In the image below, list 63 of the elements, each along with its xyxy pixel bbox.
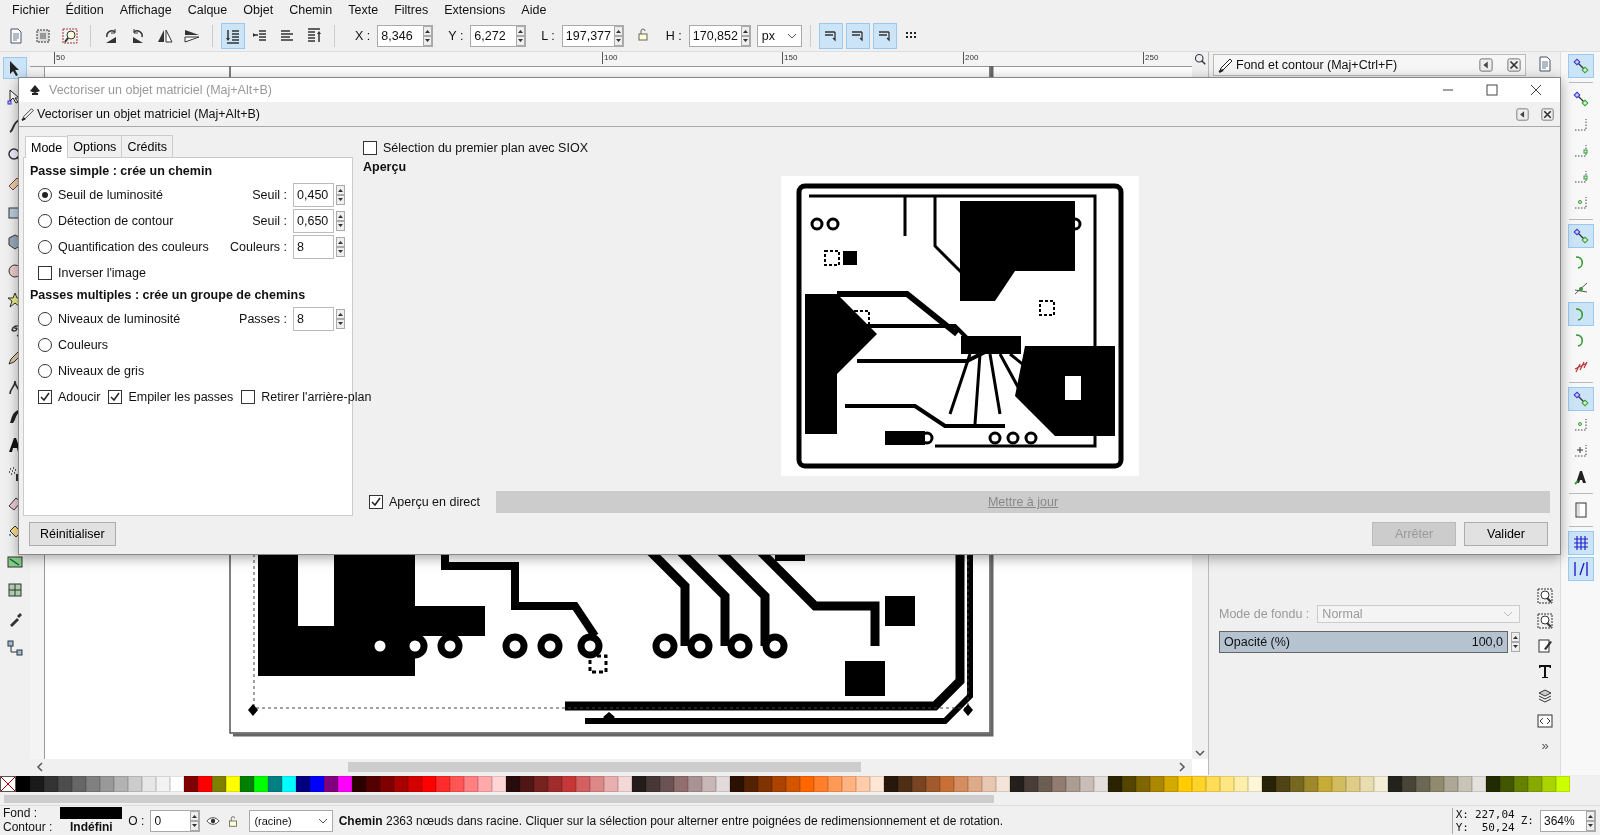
option-label[interactable]: Retirer l'arrière-plan (261, 390, 372, 404)
number-field[interactable]: 8,346 (377, 24, 434, 47)
option-label[interactable]: Niveaux de gris (58, 364, 145, 378)
opacity-slider[interactable]: Opacité (%) 100,0 (1219, 631, 1508, 653)
panel-title: Fond et contour (Maj+Ctrl+F) (1236, 58, 1399, 72)
option-label[interactable]: Inverser l'image (58, 266, 146, 280)
opacity-label: O : (128, 813, 145, 828)
field-label: X : (355, 28, 371, 43)
fill-label: Fond : (3, 807, 39, 820)
menu-item[interactable]: Extensions (436, 3, 514, 17)
menu-item[interactable]: Objet (235, 3, 282, 17)
option-label[interactable]: Adoucir (58, 390, 101, 404)
option-label[interactable]: Sélection du premier plan avec SIOX (383, 141, 588, 155)
option-label[interactable]: Niveaux de luminosité (58, 312, 181, 326)
field-label: Seuil : (252, 214, 287, 228)
option-label[interactable]: Quantification des couleurs (58, 240, 209, 254)
ruler: 50 100 150 200 250 (30, 52, 1192, 67)
option-label[interactable]: Aperçu en direct (389, 495, 481, 509)
window-title: Vectoriser un objet matriciel (Maj+Alt+B) (49, 83, 273, 97)
stroke-value[interactable]: Indéfini (60, 821, 123, 834)
number-field[interactable]: 6,272 (470, 24, 527, 47)
field-label: L : (541, 28, 555, 43)
menu-item[interactable]: Fichier (4, 3, 58, 17)
reset-button[interactable]: Réinitialiser (29, 522, 116, 546)
number-field[interactable]: 197,377 (561, 24, 624, 47)
tab[interactable]: Mode (25, 136, 69, 158)
menu-item[interactable]: Calque (179, 3, 236, 17)
status-message: Chemin 2363 nœuds dans racine. Cliquer sur la sélection pour alterner entre poignées de redimensionnement et de rotation. (338, 813, 1005, 828)
coordinate-value: 50,24 (1480, 820, 1515, 834)
field-label: Couleurs : (230, 240, 287, 254)
menu-item[interactable]: Filtres (386, 3, 437, 17)
menu-item[interactable]: Édition (57, 3, 112, 17)
field-label: Y : (448, 28, 464, 43)
preview-title: Aperçu (363, 159, 408, 176)
tab[interactable]: Crédits (121, 135, 173, 157)
field-label: Passes : (239, 312, 287, 326)
option-label[interactable]: Seuil de luminosité (58, 188, 163, 202)
option-label[interactable]: Empiler les passes (128, 390, 234, 404)
menu-item[interactable]: Chemin (281, 3, 341, 17)
layer-dropdown[interactable]: (racine) (249, 809, 333, 832)
field-label: H : (665, 28, 682, 43)
stroke-label: Contour : (3, 821, 53, 834)
coordinate-label: Y: (1455, 820, 1469, 834)
ok-button[interactable]: Valider (1464, 522, 1548, 546)
menu-item[interactable]: Aide (513, 3, 555, 17)
section-title: Passes multiples : crée un groupe de chemins (30, 287, 307, 304)
number-field[interactable]: 170,852 (688, 24, 751, 47)
dialog-title: Vectoriser un objet matriciel (Maj+Alt+B) (37, 107, 261, 121)
coordinate-value: 227,04 (1475, 807, 1515, 821)
menu-item[interactable]: Affichage (111, 3, 180, 17)
tab[interactable]: Options (67, 135, 123, 157)
zoom-field[interactable]: 364% (1540, 809, 1596, 832)
field-label: Mode de fondu : (1219, 607, 1310, 621)
menu-item[interactable]: Texte (340, 3, 387, 17)
field-label: Seuil : (252, 188, 287, 202)
section-title: Passe simple : crée un chemin (30, 163, 214, 180)
option-label[interactable]: Couleurs (58, 338, 109, 352)
option-label[interactable]: Détection de contour (58, 214, 174, 228)
coordinate-label: X: (1455, 807, 1469, 821)
opacity-field[interactable]: 0 (150, 809, 201, 832)
unit-dropdown[interactable]: px (756, 24, 802, 47)
more-button[interactable]: » (1541, 738, 1549, 753)
zoom-label: Z: (1520, 814, 1534, 827)
